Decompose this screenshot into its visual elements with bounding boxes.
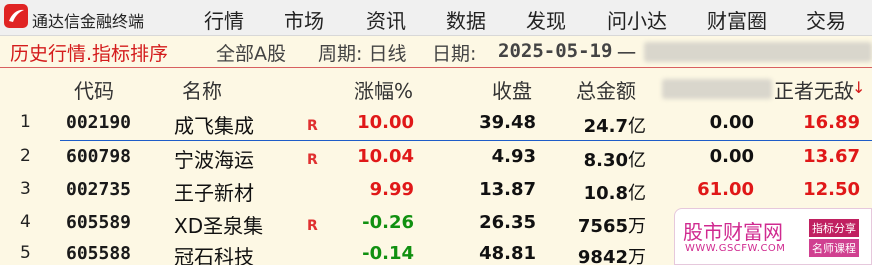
change-pct: -0.26 [362,212,414,233]
row-index: 4 [20,212,31,232]
stock-code: 605588 [66,243,132,264]
total-amount: 24.7亿 [540,112,646,138]
row-index: 3 [20,179,31,199]
view-title: 历史行情.指标排序 [10,43,169,65]
close-price: 13.87 [479,179,536,200]
table-header: 代码 名称 涨幅% 收盘 总金额 正者无敌 ↓ [0,69,872,107]
close-price: 39.48 [479,112,536,133]
total-amount: 8.30亿 [540,146,646,172]
sort-desc-icon: ↓ [852,78,866,97]
stock-name: XD圣泉集 [174,214,264,238]
close-price: 26.35 [479,212,536,233]
watermark-url: WWW.GSCFW.COM [685,243,786,254]
stock-name: 王子新材 [174,181,254,205]
watermark-tag-courses: 名师课程 [809,239,859,257]
col-header-close[interactable]: 收盘 [492,75,532,104]
change-pct: 9.99 [369,179,414,200]
menu-ask-xiaoda[interactable]: 问小达 [607,5,667,34]
column-7-value: 61.00 [697,179,754,200]
col-header-amount[interactable]: 总金额 [576,75,636,104]
top-menu-bar: 通达信金融终端 行情 市场 资讯 数据 发现 问小达 财富圈 交易 [0,0,872,36]
amount-value: 24.7 [583,116,628,137]
stock-name: 冠石科技 [174,245,254,265]
col-header-code[interactable]: 代码 [74,75,114,104]
total-amount: 10.8亿 [540,179,646,205]
watermark-brand: 股市财富网 [683,220,783,244]
amount-unit: 亿 [628,116,646,137]
close-price: 4.93 [491,146,536,167]
menu-discover[interactable]: 发现 [526,5,566,34]
column-8-value: 12.50 [803,179,860,200]
row-index: 5 [20,243,31,263]
menu-wealth-circle[interactable]: 财富圈 [707,5,767,34]
period-selector[interactable]: 周期: 日线 [318,39,406,66]
menu-data[interactable]: 数据 [446,5,486,34]
amount-unit: 亿 [628,183,646,204]
stock-name: 成飞集成 [174,114,254,138]
title-extra-text: 一 [617,43,637,65]
total-amount: 9842万 [540,243,646,265]
close-price: 48.81 [479,243,536,264]
menu-trade[interactable]: 交易 [806,5,846,34]
column-8-value: 13.67 [803,146,860,167]
change-pct: 10.04 [357,146,414,167]
change-pct: 10.00 [357,112,414,133]
column-8-value: 16.89 [803,112,860,133]
view-title-line: 历史行情.指标排序 全部A股 周期: 日线 日期: 2025-05-19 一 [0,36,872,68]
amount-value: 9842 [577,247,628,265]
stock-code: 605589 [66,212,132,233]
stock-code: 002190 [66,112,132,133]
app-logo-icon[interactable] [4,4,28,28]
app-title: 通达信金融终端 [32,12,145,31]
row-index: 2 [20,146,31,166]
selected-row-underline [60,140,872,141]
table-row[interactable]: 2 600798 宁波海运 R 10.04 4.93 8.30亿 0.00 13… [0,143,872,172]
stock-code: 600798 [66,146,132,167]
table-row[interactable]: 1 002190 成飞集成 R 10.00 39.48 24.7亿 0.00 1… [0,109,872,138]
menu-market[interactable]: 市场 [284,5,324,34]
amount-unit: 万 [628,247,646,265]
stock-name: 宁波海运 [174,148,254,172]
table-row[interactable]: 3 002735 王子新材 9.99 13.87 10.8亿 61.00 12.… [0,176,872,205]
col-header-change[interactable]: 涨幅% [354,75,413,104]
amount-value: 7565 [577,216,628,237]
menu-quotes[interactable]: 行情 [204,5,244,34]
column-7-value: 0.00 [709,146,754,167]
total-amount: 7565万 [540,212,646,238]
board-selector[interactable]: 全部A股 [216,39,286,66]
date-value[interactable]: 2025-05-19 [498,40,612,62]
amount-unit: 亿 [628,150,646,171]
col-header-name[interactable]: 名称 [182,75,222,104]
amount-unit: 万 [628,216,646,237]
blurred-region [644,42,872,62]
site-watermark: 股市财富网 WWW.GSCFW.COM 指标分享 名师课程 [674,208,872,265]
amount-value: 10.8 [583,183,628,204]
date-label: 日期: [432,43,477,65]
menu-news[interactable]: 资讯 [366,5,406,34]
watermark-tag-indicator-share: 指标分享 [809,219,859,237]
column-7-value: 0.00 [709,112,754,133]
blurred-header-region [662,79,772,99]
change-pct: -0.14 [362,243,414,264]
amount-value: 8.30 [583,150,628,171]
col-header-last[interactable]: 正者无敌 [774,75,854,104]
stock-code: 002735 [66,179,132,200]
row-index: 1 [20,112,31,132]
